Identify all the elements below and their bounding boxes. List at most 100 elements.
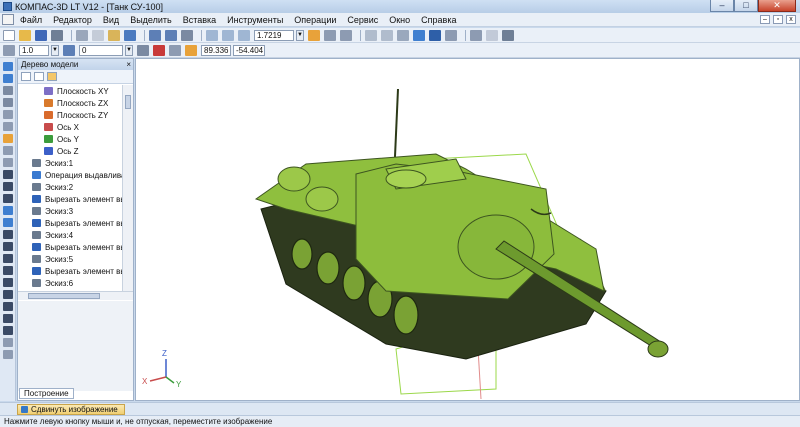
menu-view[interactable]: Вид	[103, 15, 119, 25]
layer-icon[interactable]	[63, 44, 75, 56]
zoom-dropdown-button[interactable]: ▼	[296, 29, 304, 41]
coord-y-field[interactable]: -54.404	[233, 44, 265, 56]
menu-insert[interactable]: Вставка	[183, 15, 216, 25]
grid-icon[interactable]	[137, 44, 149, 56]
tree-item[interactable]: Эскиз:2	[18, 181, 122, 193]
scroll-thumb[interactable]	[125, 95, 131, 109]
surfaces-icon[interactable]	[3, 98, 13, 107]
offset-icon[interactable]	[3, 326, 13, 335]
snap-icon[interactable]	[3, 44, 15, 56]
menu-help[interactable]: Справка	[421, 15, 456, 25]
extrude-icon[interactable]	[3, 206, 13, 215]
close-button[interactable]: ✕	[758, 0, 796, 12]
minimize-button[interactable]: –	[710, 0, 734, 12]
spline-icon[interactable]	[3, 254, 13, 263]
edit-icon[interactable]	[3, 350, 13, 359]
tree-structure-icon[interactable]	[34, 72, 44, 81]
tree-item[interactable]: Вырезать элемент вы	[18, 241, 122, 253]
panel-close-icon[interactable]: ×	[126, 59, 131, 70]
print-icon[interactable]	[51, 29, 63, 41]
auxiliary-geometry-icon[interactable]	[3, 122, 13, 131]
paste-icon[interactable]	[108, 29, 120, 41]
tree-item[interactable]: Плоскость XY	[18, 85, 122, 97]
redo-icon[interactable]	[165, 29, 177, 41]
menu-service[interactable]: Сервис	[347, 15, 378, 25]
doc-close-button[interactable]: x	[786, 15, 796, 24]
line-width-field[interactable]: 1.0	[19, 44, 49, 56]
shaded-edges-icon[interactable]	[429, 29, 441, 41]
zoom-out-icon[interactable]	[238, 29, 250, 41]
polyline-icon[interactable]	[3, 182, 13, 191]
maximize-button[interactable]: □	[734, 0, 758, 12]
model-viewport[interactable]: Z X Y	[135, 58, 800, 401]
part-tools-icon[interactable]	[3, 62, 13, 71]
arc-icon[interactable]	[3, 242, 13, 251]
tree-item[interactable]: Вырезать элемент вы	[18, 193, 122, 205]
tree-item[interactable]: Вырезать элемент вы	[18, 265, 122, 277]
doc-restore-button[interactable]: ▫	[773, 15, 783, 24]
doc-minimize-button[interactable]: –	[760, 15, 770, 24]
local-cs-icon[interactable]	[169, 44, 181, 56]
chamfer-icon[interactable]	[3, 278, 13, 287]
help-pointer-icon[interactable]	[181, 29, 193, 41]
curves-icon[interactable]	[3, 86, 13, 95]
tree-item[interactable]: Ось Y	[18, 133, 122, 145]
tree-item[interactable]: Плоскость ZY	[18, 109, 122, 121]
dimension-icon[interactable]	[3, 194, 13, 203]
orientation-icon[interactable]	[340, 29, 352, 41]
tree-item[interactable]: Эскиз:5	[18, 253, 122, 265]
layers-icon[interactable]	[502, 29, 514, 41]
menu-select[interactable]: Выделить	[130, 15, 172, 25]
properties-icon[interactable]	[124, 29, 136, 41]
fillet-icon[interactable]	[3, 266, 13, 275]
menu-operations[interactable]: Операции	[294, 15, 336, 25]
layer-field[interactable]: 0	[79, 44, 123, 56]
pointer-icon[interactable]	[3, 158, 13, 167]
tree-horizontal-scrollbar[interactable]	[18, 291, 133, 300]
save-icon[interactable]	[35, 29, 47, 41]
tree-view-mode-icon[interactable]	[21, 72, 31, 81]
tree-item[interactable]: Эскиз:6	[18, 277, 122, 289]
ortho-icon[interactable]	[185, 44, 197, 56]
open-folder-icon[interactable]	[19, 29, 31, 41]
wireframe-icon[interactable]	[365, 29, 377, 41]
tree-item[interactable]: Ось Z	[18, 145, 122, 157]
rotate-icon[interactable]	[324, 29, 336, 41]
measure-icon[interactable]	[3, 134, 13, 143]
copy-view-icon[interactable]	[486, 29, 498, 41]
line-icon[interactable]	[3, 170, 13, 179]
menu-editor[interactable]: Редактор	[53, 15, 92, 25]
copy-icon[interactable]	[92, 29, 104, 41]
coord-x-field[interactable]: 89.336	[201, 44, 231, 56]
hatch-icon[interactable]	[3, 302, 13, 311]
tree-item[interactable]: Вырезать элемент вы	[18, 217, 122, 229]
tree-item[interactable]: Плоскость ZX	[18, 97, 122, 109]
tree-filter-icon[interactable]	[47, 72, 57, 81]
document-icon[interactable]	[2, 14, 14, 25]
magnet-icon[interactable]	[153, 44, 165, 56]
tank-model-3d[interactable]: Z X Y	[136, 59, 800, 401]
tree-item[interactable]: Ось X	[18, 121, 122, 133]
arrays-icon[interactable]	[3, 110, 13, 119]
pan-icon[interactable]	[308, 29, 320, 41]
new-file-icon[interactable]	[3, 29, 15, 41]
rotate-operation-icon[interactable]	[3, 218, 13, 227]
tab-construction[interactable]: Построение	[19, 388, 74, 399]
text-icon[interactable]	[3, 314, 13, 323]
tree-vertical-scrollbar[interactable]	[122, 85, 133, 291]
menu-file[interactable]: Файл	[20, 15, 42, 25]
circle-icon[interactable]	[3, 230, 13, 239]
menu-window[interactable]: Окно	[389, 15, 410, 25]
rectangle-icon[interactable]	[3, 290, 13, 299]
pan-command-button[interactable]: Сдвинуть изображение	[17, 404, 125, 415]
tree-item[interactable]: Эскиз:1	[18, 157, 122, 169]
tree-item[interactable]: Операция выдавлива	[18, 169, 122, 181]
zoom-field[interactable]: 1.7219	[254, 29, 294, 41]
thin-lines-icon[interactable]	[397, 29, 409, 41]
filter-tools-icon[interactable]	[3, 146, 13, 155]
menu-tools[interactable]: Инструменты	[227, 15, 283, 25]
tree-item[interactable]: Эскиз:4	[18, 229, 122, 241]
perspective-icon[interactable]	[445, 29, 457, 41]
layer-dropdown-button[interactable]: ▼	[125, 44, 133, 56]
filter-icon[interactable]	[470, 29, 482, 41]
